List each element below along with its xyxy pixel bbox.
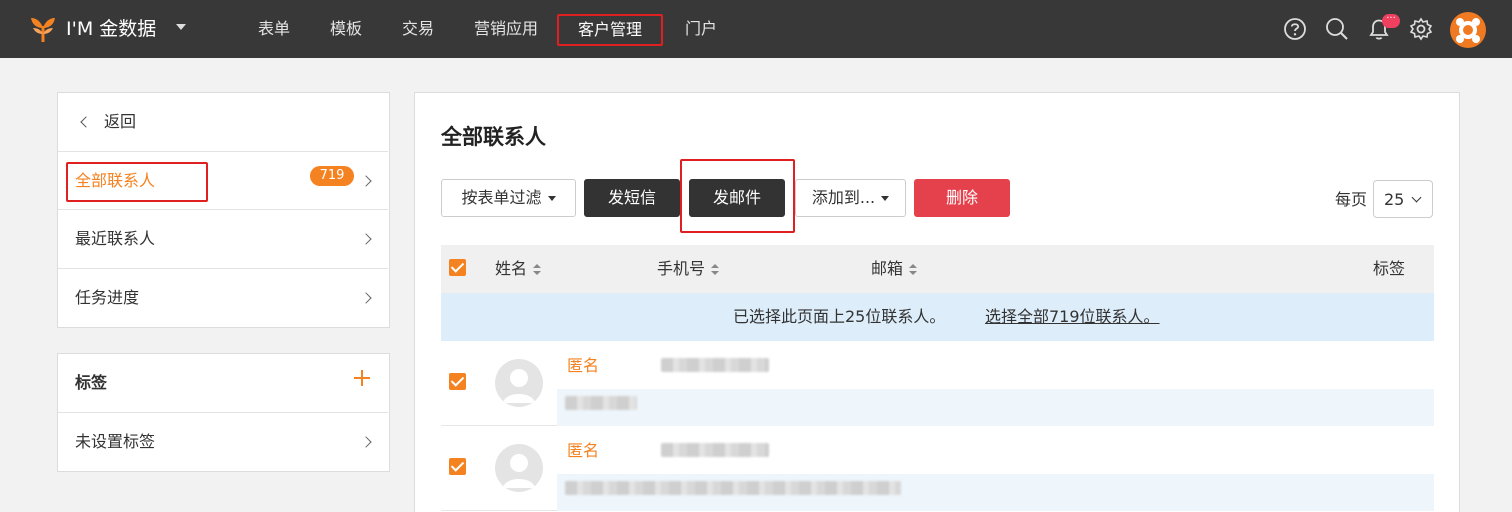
delete-button[interactable]: 删除 [914,179,1010,217]
column-email[interactable]: 邮箱 [871,258,918,280]
user-avatar[interactable] [1450,12,1486,48]
chevron-right-icon [360,175,372,187]
per-page-select[interactable]: 25 [1373,180,1433,218]
brand-menu-caret-icon[interactable] [176,24,186,30]
nav-marketing-apps[interactable]: 营销应用 [474,18,538,40]
help-icon[interactable] [1282,16,1308,42]
row-detail-area [557,389,1434,426]
filter-by-form-dropdown[interactable]: 按表单过滤 [441,179,576,217]
tags-header: 标签 [58,354,388,413]
filter-label: 按表单过滤 [461,188,542,207]
selection-banner: 已选择此页面上25位联系人。 选择全部719位联系人。 [441,293,1434,341]
per-page-value: 25 [1384,190,1405,209]
gear-icon[interactable] [1408,16,1434,42]
caret-down-icon [547,196,556,201]
row-checkbox[interactable] [449,373,466,390]
sidebar-item-label: 最近联系人 [75,229,156,248]
top-navigation-bar: I'M 金数据 表单 模板 交易 营销应用 客户管理 门户 ··· [0,0,1512,58]
nav-customer-management[interactable]: 客户管理 [557,14,663,46]
column-email-label: 邮箱 [871,259,904,278]
contacts-main-panel: 全部联系人 按表单过滤 发短信 发邮件 添加到... 删除 每页 25 姓名 手… [414,92,1460,512]
send-email-button[interactable]: 发邮件 [689,179,785,217]
sort-icon [909,263,918,276]
sort-icon [533,263,542,276]
sidebar-item-task-progress[interactable]: 任务进度 [58,269,388,328]
sidebar-item-label: 全部联系人 [75,171,156,190]
chevron-down-icon [1411,192,1422,203]
notification-badge[interactable]: ··· [1382,14,1400,28]
add-tag-plus-icon[interactable] [354,370,370,386]
redacted-phone [661,443,769,457]
chevron-right-icon [360,233,372,245]
page-title: 全部联系人 [441,125,546,149]
table-row[interactable]: 匿名 [441,426,1434,511]
table-header: 姓名 手机号 邮箱 标签 [441,245,1434,293]
add-to-dropdown[interactable]: 添加到... [795,179,906,217]
chevron-right-icon [360,292,372,304]
table-row[interactable]: 匿名 [441,341,1434,426]
send-sms-button[interactable]: 发短信 [584,179,680,217]
per-page-label: 每页 [1335,190,1368,209]
redacted-detail [565,396,637,410]
contacts-sidebar: 返回 全部联系人 719 最近联系人 任务进度 [57,92,390,328]
back-label: 返回 [104,112,137,131]
brand-name[interactable]: I'M 金数据 [66,17,156,41]
contact-name-link[interactable]: 匿名 [567,355,599,377]
sidebar-item-recent-contacts[interactable]: 最近联系人 [58,210,388,269]
sidebar-item-label: 未设置标签 [75,432,156,451]
tags-panel: 标签 未设置标签 [57,353,390,472]
avatar [495,444,543,492]
caret-down-icon [881,196,890,201]
chevron-left-icon [80,116,92,128]
nav-templates[interactable]: 模板 [330,18,362,40]
nav-portal[interactable]: 门户 [685,18,717,40]
add-to-label: 添加到... [811,188,876,207]
back-link[interactable]: 返回 [58,93,388,152]
contact-count-badge: 719 [310,166,354,186]
redacted-detail [565,481,901,495]
tags-title: 标签 [75,373,108,392]
column-tags: 标签 [1373,259,1406,278]
selection-banner-text: 已选择此页面上25位联系人。 [733,307,946,326]
contact-name-link[interactable]: 匿名 [567,440,599,462]
chevron-right-icon [360,436,372,448]
column-phone-label: 手机号 [657,259,706,278]
avatar [495,359,543,407]
column-name-label: 姓名 [495,259,528,278]
row-checkbox[interactable] [449,458,466,475]
column-name[interactable]: 姓名 [495,258,542,280]
sidebar-item-label: 任务进度 [75,288,140,307]
brand-logo-icon[interactable] [28,14,58,44]
select-all-checkbox[interactable] [449,259,466,276]
sidebar-item-all-contacts[interactable]: 全部联系人 719 [58,152,388,210]
nav-transactions[interactable]: 交易 [402,18,434,40]
select-all-contacts-link[interactable]: 选择全部719位联系人。 [985,293,1160,341]
redacted-phone [661,358,769,372]
nav-forms[interactable]: 表单 [258,18,290,40]
sidebar-item-untagged[interactable]: 未设置标签 [58,413,388,472]
sort-icon [711,263,720,276]
column-phone[interactable]: 手机号 [657,258,720,280]
search-icon[interactable] [1324,16,1350,42]
